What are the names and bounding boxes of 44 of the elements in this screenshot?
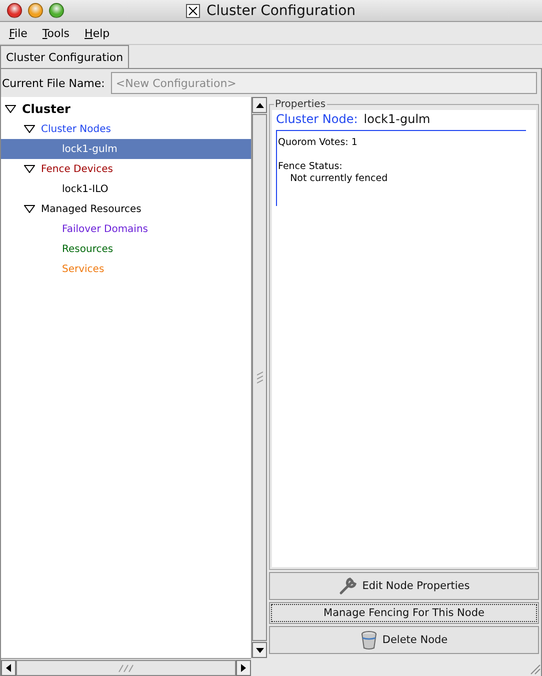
expand-triangle-icon[interactable] xyxy=(5,105,16,113)
vertical-scrollbar[interactable] xyxy=(251,97,267,658)
heading-value: lock1-gulm xyxy=(364,112,430,126)
wrench-icon xyxy=(338,576,358,596)
tree-item[interactable]: Failover Domains xyxy=(62,224,148,234)
tree-item[interactable]: lock1-gulm xyxy=(62,144,118,154)
x-window-icon xyxy=(186,4,200,18)
grip-icon[interactable] xyxy=(256,370,262,384)
property-text: Fence Status: xyxy=(278,161,344,173)
tab[interactable]: Cluster Configuration xyxy=(0,45,130,68)
menu-item[interactable]: Tools xyxy=(42,26,70,40)
zoom-button[interactable] xyxy=(49,3,64,18)
close-button[interactable] xyxy=(7,3,22,18)
trash-icon xyxy=(360,630,378,650)
selected-tree-row[interactable]: lock1-gulm xyxy=(1,139,251,159)
menu-item[interactable]: File xyxy=(9,26,28,40)
expand-triangle-icon[interactable] xyxy=(24,165,35,173)
expand-triangle-icon[interactable] xyxy=(24,125,35,133)
field-label: Current File Name: xyxy=(2,76,105,90)
panel-legend: Properties xyxy=(274,99,327,110)
property-text: Not currently fenced xyxy=(289,173,389,185)
grip-icon[interactable] xyxy=(118,664,134,672)
menu-item[interactable]: Help xyxy=(84,26,110,40)
tree-item[interactable]: Resources xyxy=(62,244,114,254)
horizontal-scrollbar[interactable] xyxy=(1,658,251,676)
minimize-button[interactable] xyxy=(28,3,43,18)
heading-label: Cluster Node: xyxy=(276,112,358,126)
tree-item[interactable]: Cluster Nodes xyxy=(41,124,111,134)
property-text: Quorom Votes: 1 xyxy=(278,137,358,149)
tree-item[interactable]: Managed Resources xyxy=(41,204,142,214)
left-arrow-icon[interactable] xyxy=(6,664,11,672)
expand-triangle-icon[interactable] xyxy=(24,205,35,213)
action-button[interactable]: Edit Node Properties xyxy=(269,572,539,600)
down-arrow-icon[interactable] xyxy=(256,648,264,652)
resize-grip-icon[interactable] xyxy=(530,664,541,675)
window-title: Cluster Configuration xyxy=(206,2,356,18)
action-button[interactable]: Manage Fencing For This Node xyxy=(269,602,539,624)
tree-item[interactable]: lock1-ILO xyxy=(62,184,108,194)
up-arrow-icon[interactable] xyxy=(256,102,264,108)
right-arrow-icon[interactable] xyxy=(241,664,246,672)
file-name-field[interactable]: <New Configuration> xyxy=(110,72,537,94)
tree-item[interactable]: Fence Devices xyxy=(41,164,113,174)
tree-item[interactable]: Cluster xyxy=(22,102,70,116)
action-button[interactable]: Delete Node xyxy=(269,626,539,654)
